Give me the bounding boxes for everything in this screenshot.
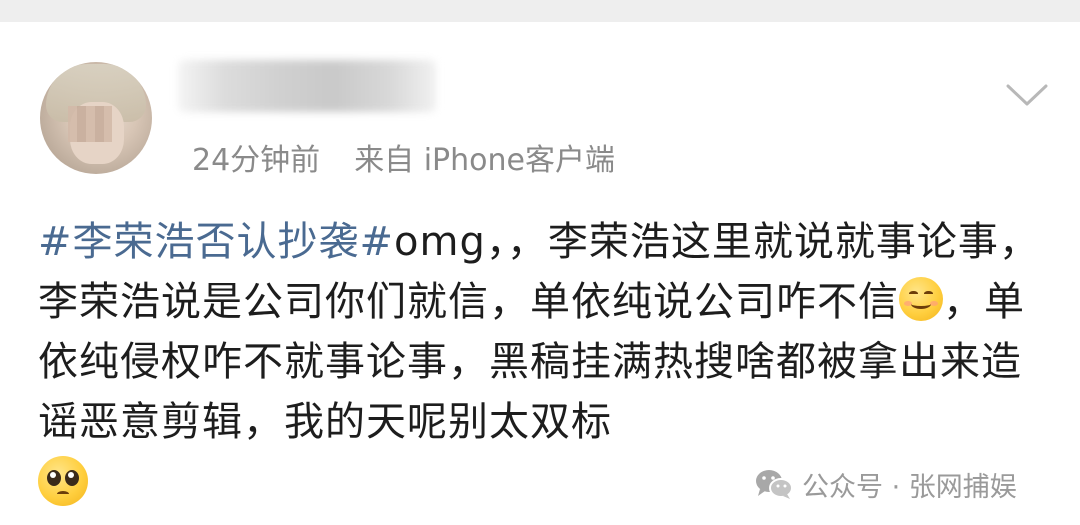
wechat-icon [756,470,793,499]
post-time: 24分钟前 [192,143,321,178]
username-redacted[interactable] [178,60,436,112]
watermark-text: 公众号 · 张网捕娱 [802,471,1017,503]
watermark: 公众号 · 张网捕娱 [754,464,1017,504]
pleading-face-emoji [38,456,88,506]
hashtag-link[interactable]: #李荣浩否认抄袭# [38,219,394,265]
weibo-post-card: 24分钟前 来自 iPhone客户端 #李荣浩否认抄袭#omg，，李荣浩这里就说… [0,0,1080,525]
chevron-down-icon[interactable] [1004,80,1050,110]
avatar[interactable] [40,62,152,174]
smile-emoji [899,277,943,321]
post-meta: 24分钟前 来自 iPhone客户端 [192,135,615,179]
post-source[interactable]: 来自 iPhone客户端 [354,135,615,179]
